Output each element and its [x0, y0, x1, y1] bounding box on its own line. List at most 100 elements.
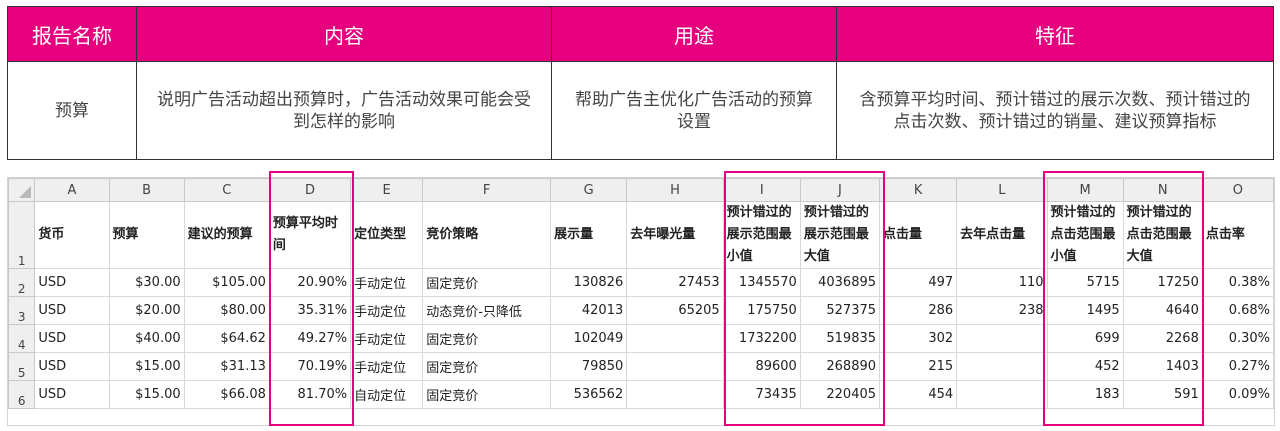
- row-number[interactable]: 4: [7, 324, 36, 353]
- row-number[interactable]: 1: [7, 201, 36, 269]
- table-cell[interactable]: 17250: [1122, 268, 1203, 297]
- header-cell[interactable]: 竞价策略: [422, 201, 552, 269]
- table-cell[interactable]: 42013: [550, 296, 628, 325]
- table-cell[interactable]: 1495: [1046, 296, 1124, 325]
- table-cell[interactable]: 固定竞价: [422, 380, 552, 409]
- table-cell[interactable]: 固定竞价: [422, 352, 552, 381]
- table-cell[interactable]: 220405: [799, 380, 881, 409]
- table-cell[interactable]: 519835: [799, 324, 881, 353]
- table-cell[interactable]: [626, 380, 724, 409]
- table-cell[interactable]: 0.27%: [1201, 352, 1275, 381]
- table-cell[interactable]: 固定竞价: [422, 268, 552, 297]
- column-header-h[interactable]: H: [626, 178, 724, 202]
- row-number[interactable]: 3: [7, 296, 36, 325]
- column-header-d[interactable]: D: [268, 178, 352, 202]
- table-cell[interactable]: USD: [34, 268, 110, 297]
- table-cell[interactable]: 1403: [1122, 352, 1203, 381]
- table-cell[interactable]: 110: [956, 268, 1048, 297]
- table-cell[interactable]: 35.31%: [268, 296, 352, 325]
- header-cell[interactable]: 预计错过的点击范围最小值: [1046, 201, 1124, 269]
- table-cell[interactable]: $66.08: [183, 380, 270, 409]
- column-header-e[interactable]: E: [350, 178, 424, 202]
- header-cell[interactable]: 预算: [108, 201, 185, 269]
- table-cell[interactable]: 452: [1046, 352, 1124, 381]
- table-cell[interactable]: 286: [879, 296, 958, 325]
- row-number[interactable]: 2: [7, 268, 36, 297]
- table-cell[interactable]: 89600: [722, 352, 801, 381]
- table-cell[interactable]: [626, 324, 724, 353]
- column-header-g[interactable]: G: [550, 178, 628, 202]
- column-header-k[interactable]: K: [879, 178, 958, 202]
- header-cell[interactable]: 预算平均时间: [268, 201, 352, 269]
- table-cell[interactable]: 497: [879, 268, 958, 297]
- table-cell[interactable]: USD: [34, 352, 110, 381]
- table-cell[interactable]: USD: [34, 296, 110, 325]
- table-cell[interactable]: 手动定位: [350, 296, 424, 325]
- table-cell[interactable]: 102049: [550, 324, 628, 353]
- table-cell[interactable]: 130826: [550, 268, 628, 297]
- header-cell[interactable]: 建议的预算: [183, 201, 270, 269]
- table-cell[interactable]: 81.70%: [268, 380, 352, 409]
- table-cell[interactable]: [626, 352, 724, 381]
- table-cell[interactable]: $15.00: [108, 352, 185, 381]
- table-cell[interactable]: 1732200: [722, 324, 801, 353]
- table-cell[interactable]: $31.13: [183, 352, 270, 381]
- table-cell[interactable]: $30.00: [108, 268, 185, 297]
- header-cell[interactable]: 展示量: [550, 201, 628, 269]
- table-cell[interactable]: [956, 380, 1048, 409]
- table-cell[interactable]: $80.00: [183, 296, 270, 325]
- table-cell[interactable]: 215: [879, 352, 958, 381]
- table-cell[interactable]: 0.38%: [1201, 268, 1275, 297]
- table-cell[interactable]: 动态竞价-只降低: [422, 296, 552, 325]
- column-header-m[interactable]: M: [1046, 178, 1124, 202]
- header-cell[interactable]: 预计错过的展示范围最大值: [799, 201, 881, 269]
- table-cell[interactable]: $105.00: [183, 268, 270, 297]
- table-cell[interactable]: 454: [879, 380, 958, 409]
- header-cell[interactable]: 去年曝光量: [626, 201, 724, 269]
- row-number[interactable]: 6: [7, 380, 36, 409]
- table-cell[interactable]: USD: [34, 324, 110, 353]
- column-header-o[interactable]: O: [1201, 178, 1275, 202]
- table-cell[interactable]: 0.09%: [1201, 380, 1275, 409]
- table-cell[interactable]: 73435: [722, 380, 801, 409]
- table-cell[interactable]: 手动定位: [350, 324, 424, 353]
- select-all-corner[interactable]: [7, 178, 36, 202]
- table-cell[interactable]: 536562: [550, 380, 628, 409]
- column-header-b[interactable]: B: [108, 178, 185, 202]
- table-cell[interactable]: 2268: [1122, 324, 1203, 353]
- table-cell[interactable]: $40.00: [108, 324, 185, 353]
- table-cell[interactable]: 4640: [1122, 296, 1203, 325]
- table-cell[interactable]: 527375: [799, 296, 881, 325]
- table-cell[interactable]: 固定竞价: [422, 324, 552, 353]
- column-header-a[interactable]: A: [34, 178, 110, 202]
- table-cell[interactable]: 1345570: [722, 268, 801, 297]
- header-cell[interactable]: 点击率: [1201, 201, 1275, 269]
- table-cell[interactable]: [956, 324, 1048, 353]
- table-cell[interactable]: 268890: [799, 352, 881, 381]
- table-cell[interactable]: $64.62: [183, 324, 270, 353]
- table-cell[interactable]: 4036895: [799, 268, 881, 297]
- column-header-f[interactable]: F: [422, 178, 552, 202]
- table-cell[interactable]: USD: [34, 380, 110, 409]
- header-cell[interactable]: 货币: [34, 201, 110, 269]
- table-cell[interactable]: 27453: [626, 268, 724, 297]
- table-cell[interactable]: 79850: [550, 352, 628, 381]
- column-header-c[interactable]: C: [183, 178, 270, 202]
- table-cell[interactable]: 0.68%: [1201, 296, 1275, 325]
- table-cell[interactable]: 20.90%: [268, 268, 352, 297]
- table-cell[interactable]: 183: [1046, 380, 1124, 409]
- column-header-n[interactable]: N: [1122, 178, 1203, 202]
- table-cell[interactable]: 238: [956, 296, 1048, 325]
- row-number[interactable]: 5: [7, 352, 36, 381]
- table-cell[interactable]: 49.27%: [268, 324, 352, 353]
- column-header-i[interactable]: I: [722, 178, 801, 202]
- header-cell[interactable]: 点击量: [879, 201, 958, 269]
- table-cell[interactable]: $20.00: [108, 296, 185, 325]
- header-cell[interactable]: 定位类型: [350, 201, 424, 269]
- column-header-j[interactable]: J: [799, 178, 881, 202]
- column-header-l[interactable]: L: [956, 178, 1048, 202]
- header-cell[interactable]: 预计错过的展示范围最小值: [722, 201, 801, 269]
- table-cell[interactable]: 手动定位: [350, 268, 424, 297]
- table-cell[interactable]: 0.30%: [1201, 324, 1275, 353]
- table-cell[interactable]: 手动定位: [350, 352, 424, 381]
